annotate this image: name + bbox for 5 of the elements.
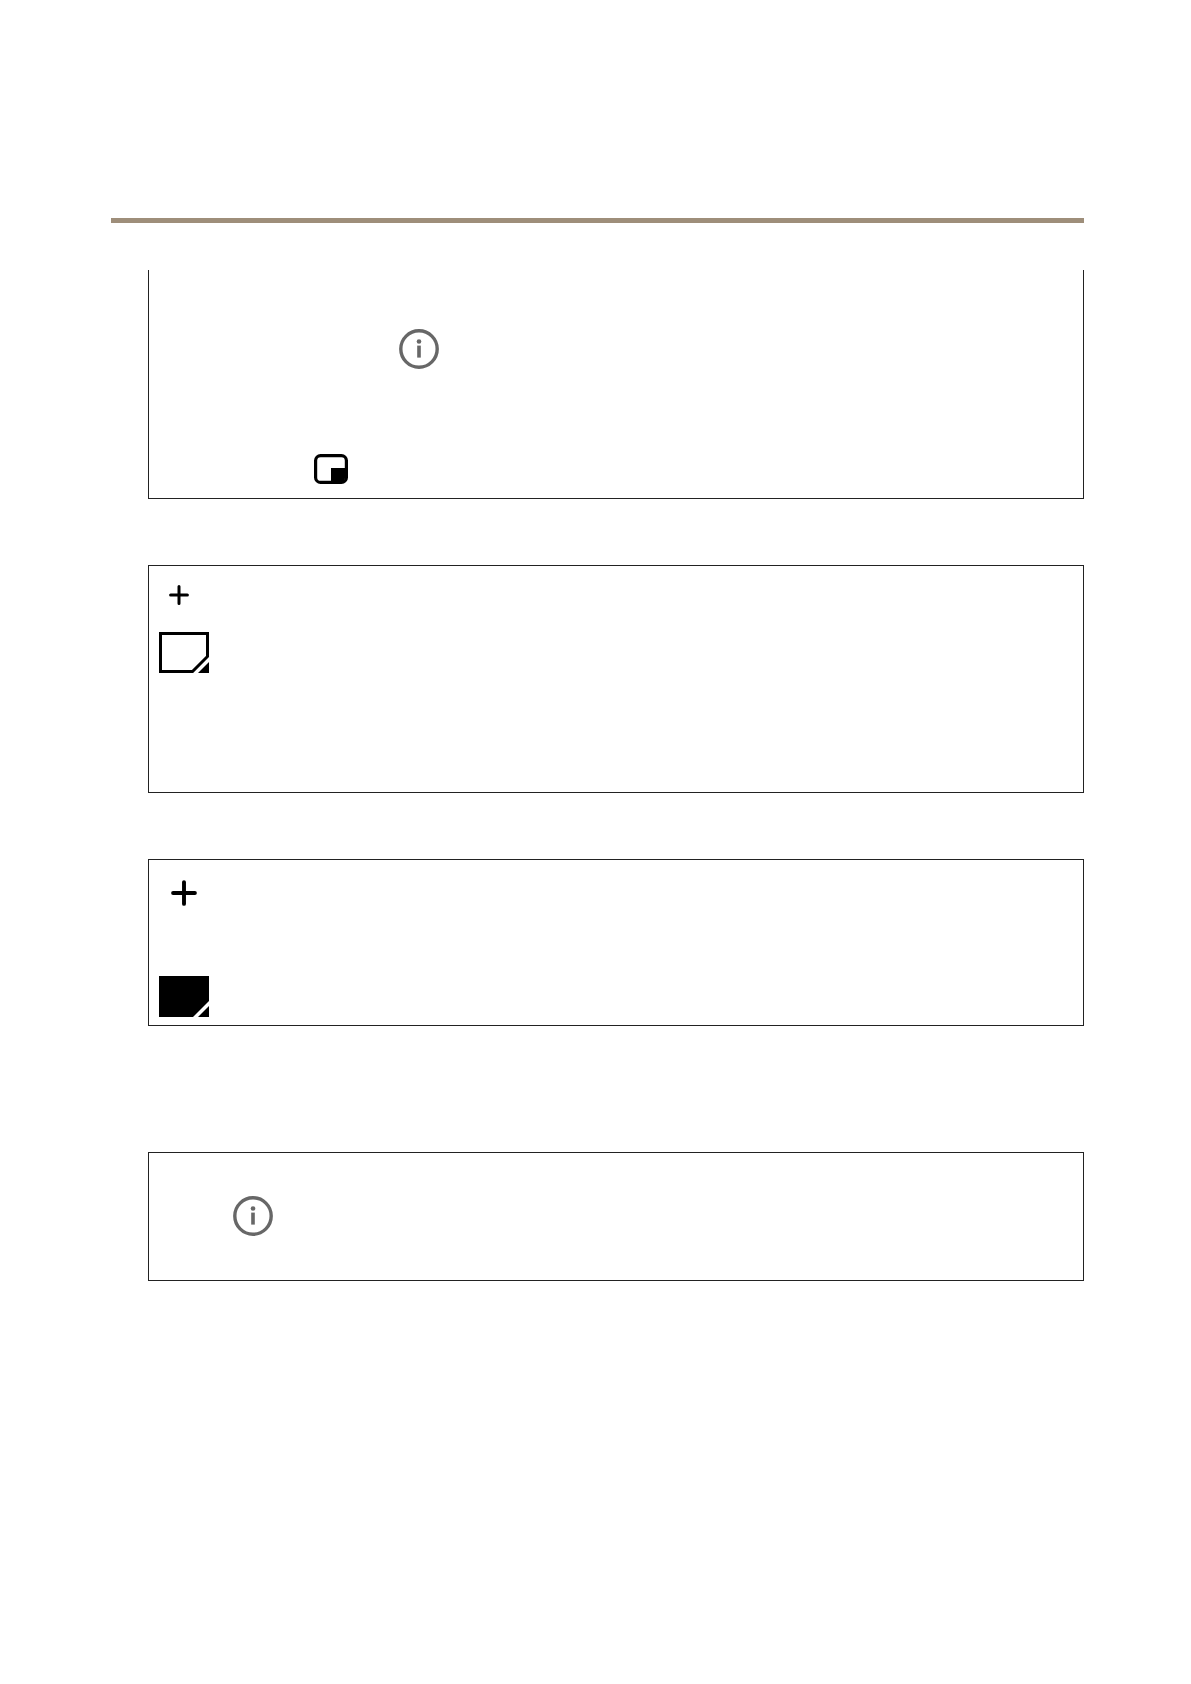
plus-icon xyxy=(169,585,189,605)
picture-in-picture-icon xyxy=(314,454,348,484)
info-icon xyxy=(399,329,439,369)
info-icon xyxy=(233,1196,273,1236)
plus-icon xyxy=(171,880,197,906)
